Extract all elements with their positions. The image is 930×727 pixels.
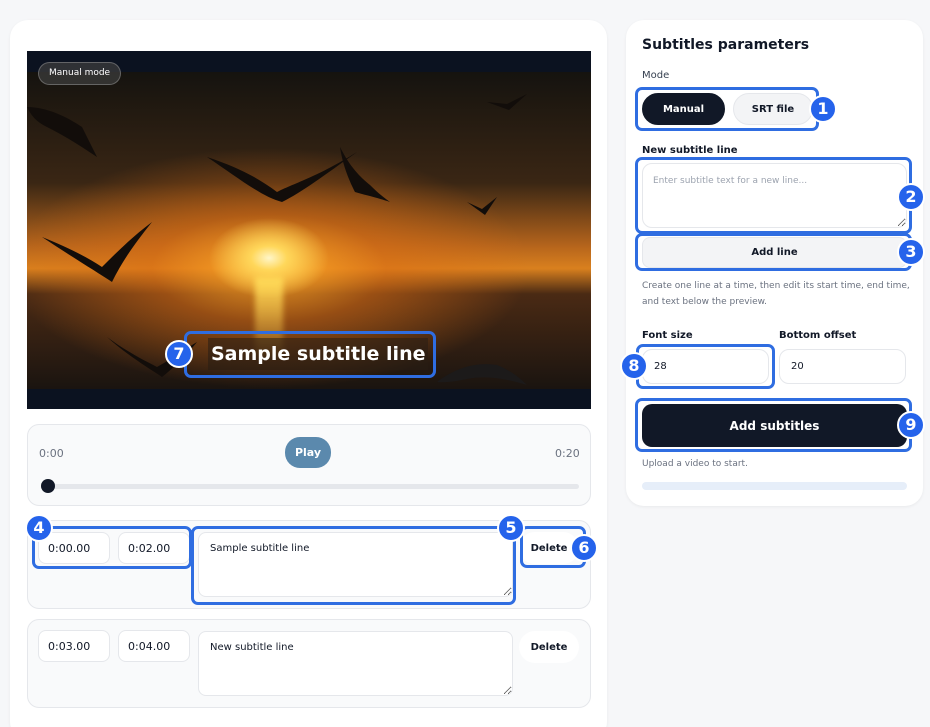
bottom-offset-input[interactable] xyxy=(779,349,906,384)
callout-badge: 6 xyxy=(570,534,598,562)
bird-silhouette xyxy=(437,364,527,385)
duration-time: 0:20 xyxy=(555,447,580,460)
subtitle-overlay-text[interactable]: Sample subtitle line xyxy=(208,338,429,370)
bird-silhouette xyxy=(467,197,497,215)
new-line-label: New subtitle line xyxy=(642,145,738,156)
start-time-input[interactable] xyxy=(38,630,110,662)
callout-badge: 3 xyxy=(897,238,925,266)
mode-srt-button[interactable]: SRT file xyxy=(733,93,813,125)
mode-label: Mode xyxy=(642,70,670,81)
font-size-input[interactable] xyxy=(642,349,769,384)
play-button[interactable]: Play xyxy=(285,437,331,468)
new-line-input[interactable] xyxy=(642,163,907,228)
bird-silhouette xyxy=(27,107,97,157)
bird-silhouette xyxy=(42,222,152,282)
callout-badge: 4 xyxy=(25,514,53,542)
mode-chip: Manual mode xyxy=(38,62,122,85)
delete-button[interactable]: Delete xyxy=(519,631,579,663)
mode-manual-button[interactable]: Manual xyxy=(642,93,725,125)
end-time-input[interactable] xyxy=(118,630,190,662)
bottom-offset-label: Bottom offset xyxy=(779,330,857,341)
subtitle-text-input[interactable] xyxy=(198,532,513,597)
callout-badge: 9 xyxy=(897,411,925,439)
callout-badge: 5 xyxy=(497,514,525,542)
callout-badge: 2 xyxy=(897,183,925,211)
callout-badge: 8 xyxy=(620,352,648,380)
callout-badge: 7 xyxy=(165,340,193,368)
end-time-input[interactable] xyxy=(118,532,190,564)
hint-text: Create one line at a time, then edit its… xyxy=(642,281,910,307)
seek-thumb[interactable] xyxy=(41,479,55,493)
current-time: 0:00 xyxy=(39,447,64,460)
add-subtitles-button[interactable]: Add subtitles xyxy=(642,404,907,447)
bird-silhouette xyxy=(340,147,390,202)
status-text: Upload a video to start. xyxy=(642,459,748,469)
font-size-label: Font size xyxy=(642,330,693,341)
panel-title: Subtitles parameters xyxy=(642,37,810,53)
seek-track[interactable] xyxy=(48,484,579,489)
subtitle-text-input[interactable] xyxy=(198,631,513,696)
add-line-button[interactable]: Add line xyxy=(642,237,907,268)
upload-progress-bar xyxy=(642,482,907,490)
bird-silhouette xyxy=(487,94,527,110)
callout-badge: 1 xyxy=(809,95,837,123)
